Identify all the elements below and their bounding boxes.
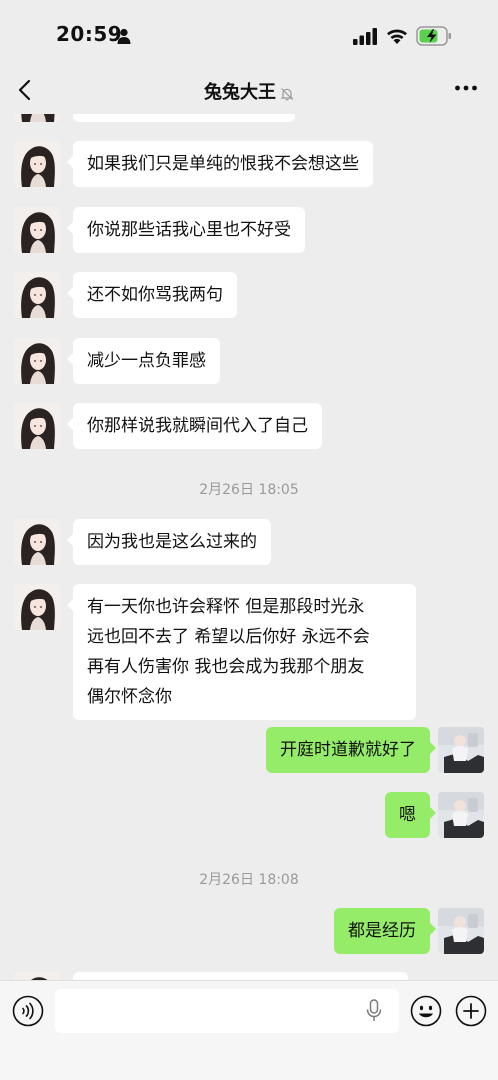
contact-avatar[interactable] <box>14 141 60 187</box>
incoming-message[interactable]: 你那样说我就瞬间代入了自己 <box>67 403 322 449</box>
contact-avatar[interactable] <box>14 207 60 253</box>
microphone-icon[interactable] <box>366 999 382 1023</box>
message-bubble-partial <box>73 972 408 980</box>
my-avatar[interactable] <box>438 792 484 838</box>
status-bar: 20:59 <box>0 0 498 72</box>
contact-avatar[interactable] <box>14 584 60 630</box>
message-timestamp: 2月26日 18:05 <box>199 482 299 498</box>
incoming-message[interactable]: 还不如你骂我两句 <box>67 272 237 318</box>
more-options-icon[interactable] <box>454 84 478 92</box>
outgoing-message[interactable]: 开庭时道歉就好了 <box>266 727 436 773</box>
contact-avatar[interactable] <box>14 114 60 122</box>
incoming-message[interactable]: 如果我们只是单纯的恨我不会想这些 <box>67 141 373 187</box>
contact-avatar[interactable] <box>14 403 60 449</box>
contact-avatar[interactable] <box>14 972 60 980</box>
chat-message-list[interactable]: 如果我们只是单纯的恨我不会想这些 你说那些话我心里也不好受 还不如你骂我两句 减… <box>0 114 498 980</box>
incoming-message[interactable]: 有一天你也许会释怀 但是那段时光永 远也回不去了 希望以后你好 永远不会 再有人… <box>67 584 416 720</box>
contact-avatar[interactable] <box>14 519 60 565</box>
voice-input-icon[interactable] <box>12 995 44 1027</box>
person-icon <box>117 28 131 44</box>
message-input[interactable] <box>55 989 399 1033</box>
battery-charging-icon <box>416 26 452 46</box>
incoming-message[interactable]: 你说那些话我心里也不好受 <box>67 207 305 253</box>
chat-header: 兔兔大王 <box>0 72 498 114</box>
message-timestamp: 2月26日 18:08 <box>199 872 299 888</box>
incoming-message[interactable]: 减少一点负罪感 <box>67 338 220 384</box>
signal-icon <box>353 28 378 45</box>
my-avatar[interactable] <box>438 727 484 773</box>
message-bubble-partial <box>73 114 295 122</box>
outgoing-message[interactable]: 都是经历 <box>334 908 436 954</box>
emoji-icon[interactable] <box>410 995 442 1027</box>
my-avatar[interactable] <box>438 908 484 954</box>
chat-title-container: 兔兔大王 <box>0 78 498 104</box>
outgoing-message[interactable]: 嗯 <box>385 792 436 838</box>
contact-avatar[interactable] <box>14 338 60 384</box>
plus-icon[interactable] <box>455 995 487 1027</box>
status-time: 20:59 <box>56 22 123 46</box>
chat-title: 兔兔大王 <box>204 82 276 103</box>
wifi-icon <box>385 26 409 45</box>
input-bar <box>0 980 498 1080</box>
contact-avatar[interactable] <box>14 272 60 318</box>
incoming-message[interactable]: 因为我也是这么过来的 <box>67 519 271 565</box>
mute-bell-icon <box>280 87 294 101</box>
